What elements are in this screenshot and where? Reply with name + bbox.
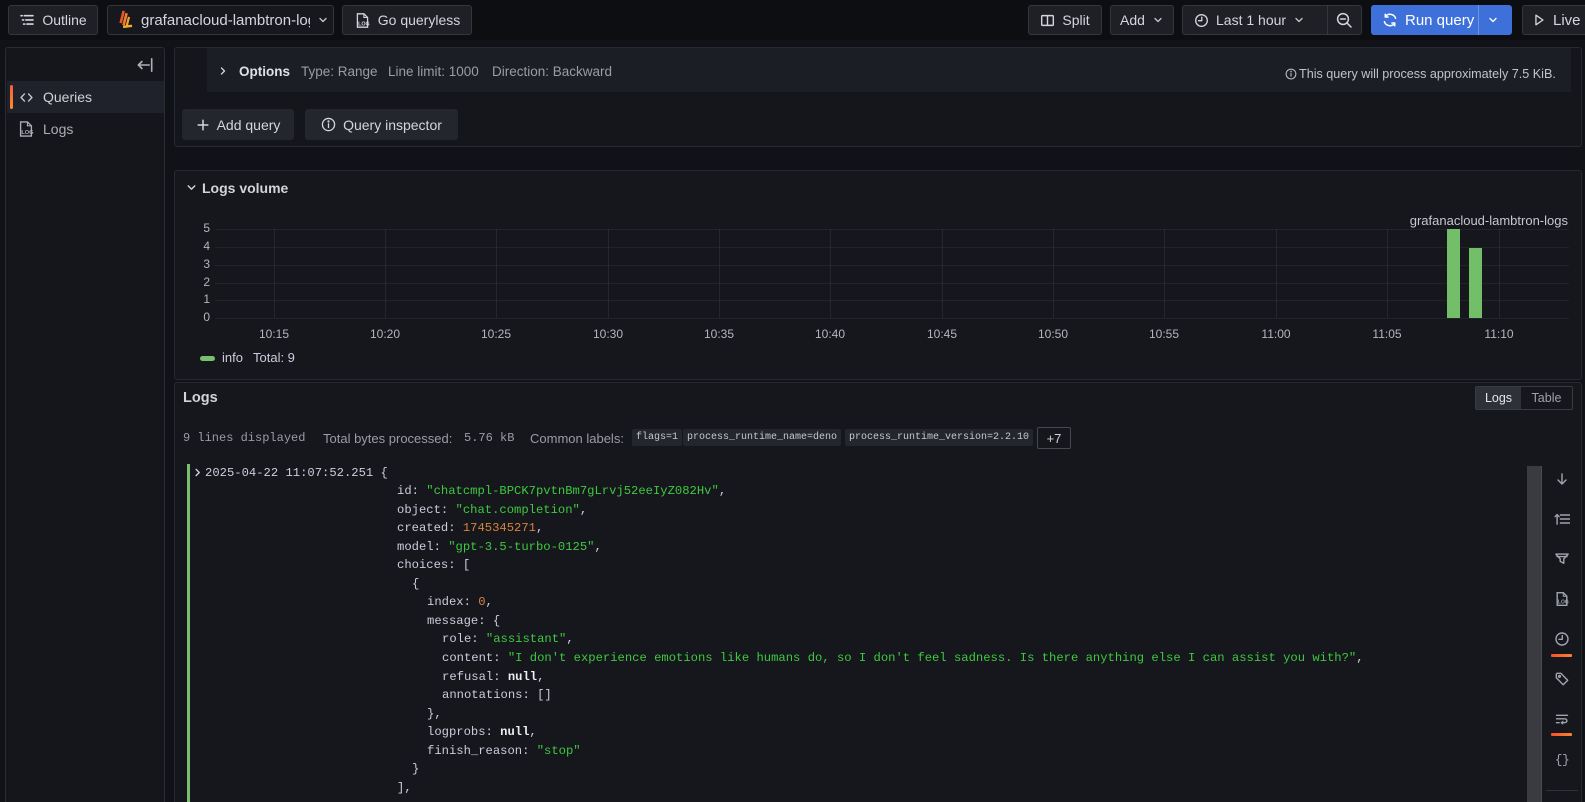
svg-text:LOG: LOG bbox=[21, 130, 34, 136]
svg-text:LOG: LOG bbox=[1558, 600, 1569, 606]
svg-text:LOG: LOG bbox=[358, 21, 369, 27]
svg-text:}: } bbox=[1562, 753, 1570, 767]
